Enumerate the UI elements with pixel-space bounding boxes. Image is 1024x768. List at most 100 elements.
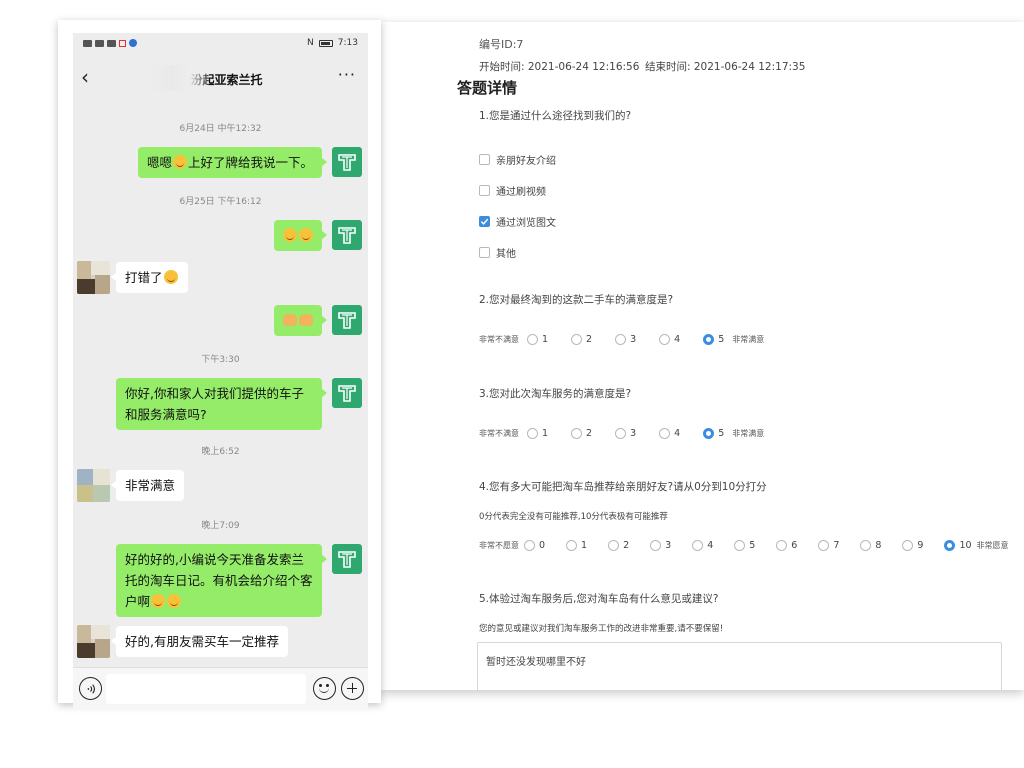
- radio-selected[interactable]: [703, 428, 715, 439]
- blurred-name-part: [151, 65, 209, 91]
- battery-icon: [318, 39, 333, 47]
- rating-option[interactable]: 6: [776, 540, 797, 551]
- radio[interactable]: [524, 540, 535, 551]
- radio[interactable]: [659, 334, 671, 345]
- radio[interactable]: [692, 540, 704, 551]
- contact-message-bubble[interactable]: 打错了: [111, 262, 188, 293]
- question-2-text: 2.您对最终淘到的这款二手车的满意度是?: [479, 294, 674, 306]
- rating-option[interactable]: 8: [860, 540, 881, 551]
- radio-selected[interactable]: [703, 334, 715, 345]
- screenshot-stage: 编号ID:7 开始时间: 2021-06-24 12:16:56 结束时间: 2…: [0, 0, 1024, 768]
- chat-input-bar: [73, 667, 368, 709]
- checkbox-checked[interactable]: [479, 216, 490, 227]
- contact-avatar[interactable]: [77, 469, 110, 502]
- radio[interactable]: [734, 540, 746, 551]
- checkbox[interactable]: [479, 154, 490, 165]
- rating-option[interactable]: 3: [650, 540, 671, 551]
- rating-option[interactable]: 3: [615, 428, 636, 439]
- my-message-bubble[interactable]: 你好,你和家人对我们提供的车子和服务满意吗?: [116, 378, 327, 430]
- nfc-icon: N: [307, 38, 314, 48]
- wechat-chat-screen: N 7:13 ‹ 临汾起亚索兰托 ··· 6月24日 中午12:32 嗯嗯 上好了…: [73, 33, 368, 709]
- grin-sweat-emoji-icon: [151, 594, 166, 608]
- radio[interactable]: [818, 540, 830, 551]
- radio[interactable]: [650, 540, 662, 551]
- scale-high-label: 非常愿意: [976, 541, 1009, 550]
- survey-result-panel: 编号ID:7 开始时间: 2021-06-24 12:16:56 结束时间: 2…: [380, 22, 1024, 690]
- rating-option[interactable]: 1: [566, 540, 587, 551]
- radio[interactable]: [571, 428, 583, 439]
- rating-option[interactable]: 7: [818, 540, 839, 551]
- q1-option-2[interactable]: 通过刷视频: [479, 183, 546, 198]
- rating-option[interactable]: 9: [902, 540, 923, 551]
- my-message-bubble[interactable]: [274, 220, 327, 251]
- my-avatar[interactable]: [332, 378, 362, 408]
- party-emoji-icon: [299, 228, 313, 242]
- q2-rating-scale: 非常不满意 1 2 3 4 5 非常满意: [479, 334, 764, 345]
- contact-message-bubble[interactable]: 非常满意: [110, 470, 185, 501]
- chat-timestamp: 6月25日 下午16:12: [179, 197, 262, 207]
- my-message-bubble[interactable]: 嗯嗯 上好了牌给我说一下。: [137, 147, 328, 178]
- radio[interactable]: [566, 540, 578, 551]
- radio[interactable]: [527, 428, 538, 439]
- suggestion-textarea[interactable]: 暂时还没发现哪里不好: [477, 642, 1002, 690]
- rating-option-selected[interactable]: 10: [944, 540, 972, 551]
- radio[interactable]: [608, 540, 620, 551]
- chat-timestamp: 6月24日 中午12:32: [179, 124, 262, 134]
- rating-option[interactable]: 2: [608, 540, 629, 551]
- checkbox[interactable]: [479, 247, 490, 258]
- q1-option-1[interactable]: 亲朋好友介绍: [479, 152, 556, 167]
- contact-avatar-image: [77, 469, 110, 502]
- rating-option[interactable]: 0: [524, 540, 545, 551]
- rating-option[interactable]: 4: [659, 428, 680, 439]
- my-avatar[interactable]: [332, 305, 362, 335]
- grin-sweat-emoji-icon: [167, 594, 182, 608]
- message-input[interactable]: [106, 674, 306, 704]
- voice-input-icon[interactable]: [79, 677, 102, 700]
- handshake-emoji-icon: [283, 314, 297, 326]
- rating-option[interactable]: 3: [615, 334, 636, 345]
- chat-timestamp: 晚上6:52: [201, 447, 240, 457]
- radio[interactable]: [571, 334, 583, 345]
- radio-selected[interactable]: [944, 540, 956, 551]
- contact-avatar[interactable]: [77, 625, 110, 658]
- rating-option[interactable]: 4: [692, 540, 713, 551]
- rating-option[interactable]: 2: [571, 334, 592, 345]
- smile-emoji-icon: [172, 155, 187, 169]
- rating-option[interactable]: 1: [527, 428, 548, 439]
- my-message-bubble[interactable]: 好的好的,小编说今天准备发索兰托的淘车日记。有机会给介绍个客户啊: [116, 544, 327, 617]
- chat-title: 临汾起亚索兰托: [178, 73, 263, 87]
- checkbox[interactable]: [479, 185, 490, 196]
- radio[interactable]: [860, 540, 872, 551]
- radio[interactable]: [615, 334, 627, 345]
- plus-icon[interactable]: [341, 677, 364, 700]
- party-emoji-icon: [283, 228, 297, 242]
- t-logo-icon: [338, 154, 356, 171]
- rating-option[interactable]: 2: [571, 428, 592, 439]
- radio[interactable]: [776, 540, 788, 551]
- my-avatar[interactable]: [332, 147, 362, 177]
- rating-option-selected[interactable]: 5: [703, 334, 724, 345]
- my-avatar[interactable]: [332, 220, 362, 250]
- q1-option-3[interactable]: 通过浏览图文: [479, 214, 556, 229]
- rating-option[interactable]: 5: [734, 540, 755, 551]
- radio[interactable]: [902, 540, 914, 551]
- survey-id-cut: 编号ID:7: [479, 38, 524, 51]
- t-logo-icon: [338, 227, 356, 244]
- my-avatar[interactable]: [332, 544, 362, 574]
- scale-low-label: 非常不愿意: [479, 541, 519, 550]
- question-5-subtitle: 您的意见或建议对我们淘车服务工作的改进非常重要,请不要保留!: [479, 624, 724, 634]
- radio[interactable]: [527, 334, 538, 345]
- contact-avatar[interactable]: [77, 261, 110, 294]
- more-dots-icon[interactable]: ···: [338, 65, 356, 84]
- my-message-bubble[interactable]: [274, 305, 327, 336]
- rating-option[interactable]: 4: [659, 334, 680, 345]
- phone-frame: N 7:13 ‹ 临汾起亚索兰托 ··· 6月24日 中午12:32 嗯嗯 上好了…: [58, 20, 381, 709]
- rating-option[interactable]: 1: [527, 334, 548, 345]
- q1-option-4[interactable]: 其他: [479, 245, 516, 260]
- emoji-icon[interactable]: [313, 677, 336, 700]
- contact-message-bubble[interactable]: 好的,有朋友需买车一定推荐: [111, 626, 288, 657]
- radio[interactable]: [659, 428, 671, 439]
- rating-option-selected[interactable]: 5: [703, 428, 724, 439]
- radio[interactable]: [615, 428, 627, 439]
- scale-high-label: 非常满意: [732, 429, 765, 438]
